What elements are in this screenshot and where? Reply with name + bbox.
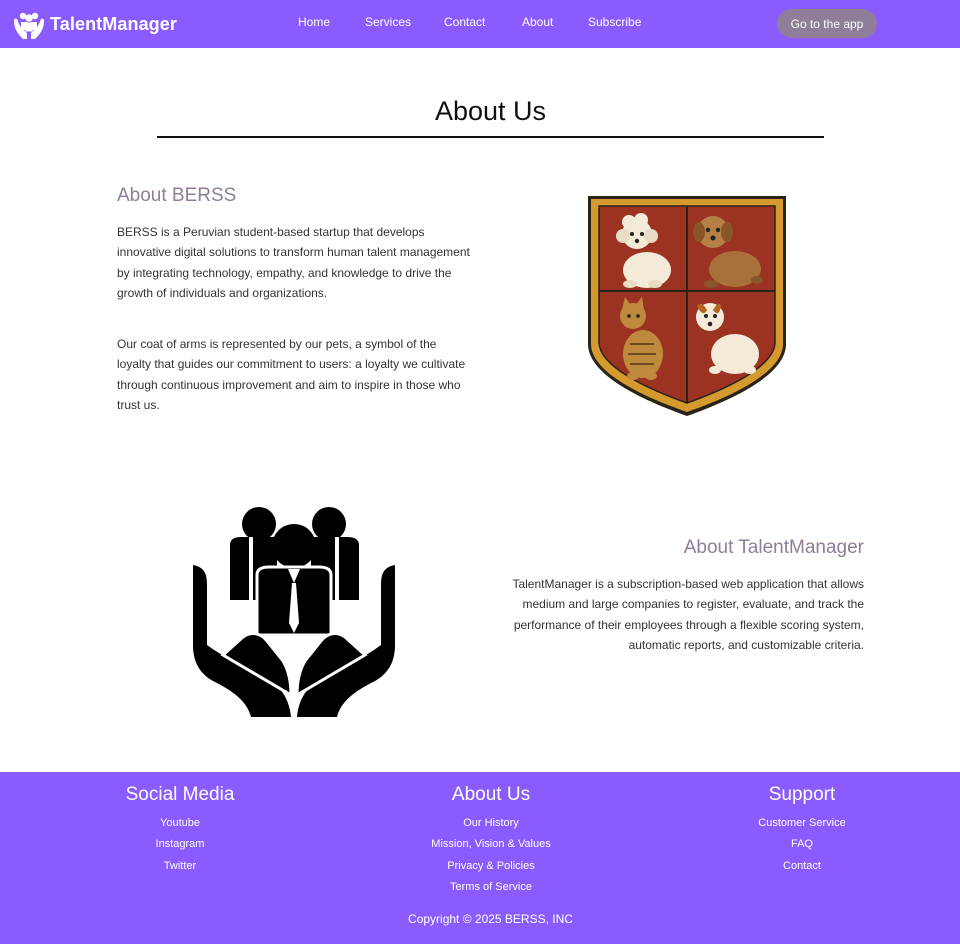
nav-link-about[interactable]: About — [522, 15, 553, 29]
footer-link-faq[interactable]: FAQ — [682, 834, 922, 855]
footer-link-our-history[interactable]: Our History — [371, 813, 611, 834]
footer-link-terms[interactable]: Terms of Service — [371, 877, 611, 898]
about-berss-heading: About BERSS — [117, 185, 237, 206]
nav-link-services[interactable]: Services — [365, 15, 411, 29]
footer-social-title: Social Media — [125, 784, 235, 805]
nav-link-contact[interactable]: Contact — [444, 15, 485, 29]
about-talentmanager-heading: About TalentManager — [683, 537, 864, 558]
footer-link-mission[interactable]: Mission, Vision & Values — [371, 834, 611, 855]
nav-link-home[interactable]: Home — [298, 15, 330, 29]
title-divider — [157, 136, 824, 138]
navbar: TalentManager Home Services Contact Abou… — [0, 0, 960, 48]
footer-support-title: Support — [768, 784, 836, 805]
nav-link-subscribe[interactable]: Subscribe — [588, 15, 641, 29]
footer-about-column: About Us Our History Mission, Vision & V… — [371, 784, 611, 899]
hands-holding-people-icon — [193, 507, 395, 717]
go-to-app-button[interactable]: Go to the app — [777, 9, 877, 38]
footer-link-contact[interactable]: Contact — [682, 856, 922, 877]
page-title: About Us — [434, 96, 547, 126]
footer-about-title: About Us — [451, 784, 531, 805]
about-berss-paragraph-2: Our coat of arms is represented by our p… — [117, 337, 466, 413]
about-talentmanager-paragraph: TalentManager is a subscription-based we… — [512, 577, 864, 653]
footer-support-column: Support Customer Service FAQ Contact — [682, 784, 922, 877]
footer-link-twitter[interactable]: Twitter — [60, 856, 300, 877]
footer-link-instagram[interactable]: Instagram — [60, 834, 300, 855]
copyright-text: Copyright © 2025 BERSS, INC — [408, 912, 573, 926]
footer-link-privacy[interactable]: Privacy & Policies — [371, 856, 611, 877]
footer: Social Media Youtube Instagram Twitter A… — [0, 772, 960, 944]
coat-of-arms-image — [588, 196, 786, 416]
about-berss-paragraph-1: BERSS is a Peruvian student-based startu… — [117, 225, 470, 301]
footer-social-column: Social Media Youtube Instagram Twitter — [60, 784, 300, 877]
footer-link-customer-service[interactable]: Customer Service — [682, 813, 922, 834]
footer-link-youtube[interactable]: Youtube — [60, 813, 300, 834]
